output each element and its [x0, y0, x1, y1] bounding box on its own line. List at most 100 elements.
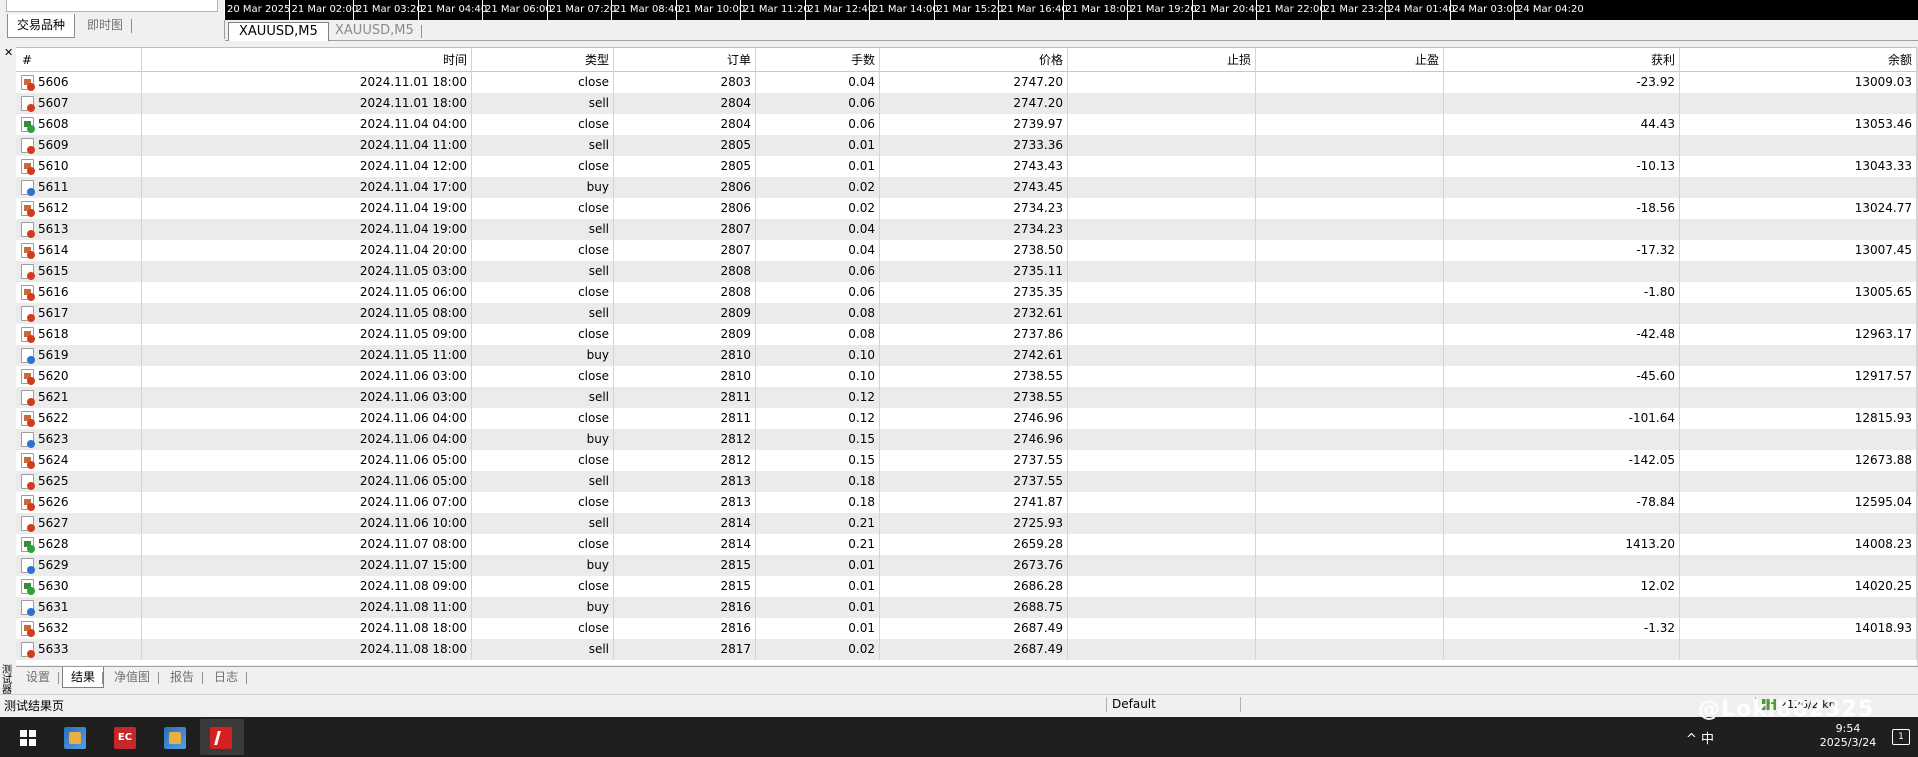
- header-col-takeprofit[interactable]: 止盈: [1256, 48, 1444, 72]
- table-row[interactable]: 5628 2024.11.07 08:00 close 2814 0.21 2659.28…: [16, 534, 1918, 555]
- cell-order: 2806: [614, 198, 756, 219]
- table-row[interactable]: 5619 2024.11.05 11:00 buy 2810 0.10 2742.61: [16, 345, 1918, 366]
- table-row[interactable]: 5631 2024.11.08 11:00 buy 2816 0.01 2688.75: [16, 597, 1918, 618]
- time-axis-divider: [675, 0, 677, 20]
- header-col-number[interactable]: #: [16, 48, 142, 72]
- table-row[interactable]: 5623 2024.11.06 04:00 buy 2812 0.15 2746.96: [16, 429, 1918, 450]
- table-row[interactable]: 5617 2024.11.05 08:00 sell 2809 0.08 2732.61: [16, 303, 1918, 324]
- table-row[interactable]: 5613 2024.11.04 19:00 sell 2807 0.04 2734.23: [16, 219, 1918, 240]
- taskbar-app-metatrader[interactable]: [54, 719, 98, 755]
- table-row[interactable]: 5620 2024.11.06 03:00 close 2810 0.10 2738.55…: [16, 366, 1918, 387]
- tray-icons[interactable]: ^ 中: [1686, 728, 1714, 747]
- cell-takeprofit: [1256, 135, 1444, 156]
- taskbar-app-metatrader-2[interactable]: [154, 719, 198, 755]
- header-col-profit[interactable]: 获利: [1444, 48, 1680, 72]
- header-col-price[interactable]: 价格: [880, 48, 1068, 72]
- cell-time: 2024.11.04 19:00: [142, 198, 472, 219]
- deal-number: 5607: [38, 96, 69, 110]
- cell-order: 2808: [614, 282, 756, 303]
- table-row[interactable]: 5633 2024.11.08 18:00 sell 2817 0.02 2687.49: [16, 639, 1918, 660]
- chart-tab-1[interactable]: XAUUSD,M5: [228, 22, 329, 41]
- deal-number: 5606: [38, 75, 69, 89]
- header-col-balance[interactable]: 余额: [1680, 48, 1917, 72]
- header-col-type[interactable]: 类型: [472, 48, 614, 72]
- start-button[interactable]: [4, 719, 48, 755]
- table-row[interactable]: 5611 2024.11.04 17:00 buy 2806 0.02 2743.45: [16, 177, 1918, 198]
- cell-number: 5628: [16, 534, 142, 555]
- table-row[interactable]: 5630 2024.11.08 09:00 close 2815 0.01 2686.28…: [16, 576, 1918, 597]
- tester-tab-2[interactable]: 净值图: [106, 667, 158, 688]
- table-row[interactable]: 5632 2024.11.08 18:00 close 2816 0.01 2687.49…: [16, 618, 1918, 639]
- deal-buy-icon: [21, 180, 35, 196]
- taskbar-app-ec[interactable]: EC: [104, 719, 148, 755]
- cell-price: 2738.55: [880, 387, 1068, 408]
- table-row[interactable]: 5629 2024.11.07 15:00 buy 2815 0.01 2673.76: [16, 555, 1918, 576]
- cell-price: 2673.76: [880, 555, 1068, 576]
- header-col-stoploss[interactable]: 止损: [1068, 48, 1256, 72]
- cell-order: 2804: [614, 93, 756, 114]
- header-col-lots[interactable]: 手数: [756, 48, 880, 72]
- table-row[interactable]: 5608 2024.11.04 04:00 close 2804 0.06 2739.97…: [16, 114, 1918, 135]
- taskbar-app-red[interactable]: [200, 719, 244, 755]
- cell-lots: 0.01: [756, 576, 880, 597]
- table-row[interactable]: 5622 2024.11.06 04:00 close 2811 0.12 2746.96…: [16, 408, 1918, 429]
- table-row[interactable]: 5627 2024.11.06 10:00 sell 2814 0.21 2725.93: [16, 513, 1918, 534]
- header-col-time[interactable]: 时间: [142, 48, 472, 72]
- deal-number: 5627: [38, 516, 69, 530]
- deal-buy-icon: [21, 348, 35, 364]
- cell-stoploss: [1068, 135, 1256, 156]
- cell-profit: -10.13: [1444, 156, 1680, 177]
- table-row[interactable]: 5610 2024.11.04 12:00 close 2805 0.01 2743.43…: [16, 156, 1918, 177]
- deal-sell-icon: [21, 96, 35, 112]
- cell-type: close: [472, 408, 614, 429]
- cell-balance: 12595.04: [1680, 492, 1917, 513]
- cell-number: 5613: [16, 219, 142, 240]
- chart-time-axis: 20 Mar 2025 21 Mar 02:00 21 Mar 03:20 21 Ma…: [224, 0, 1918, 20]
- table-row[interactable]: 5625 2024.11.06 05:00 sell 2813 0.18 2737.55: [16, 471, 1918, 492]
- ec-app-icon: EC: [114, 727, 136, 749]
- table-row[interactable]: 5607 2024.11.01 18:00 sell 2804 0.06 2747.20: [16, 93, 1918, 114]
- cell-stoploss: [1068, 492, 1256, 513]
- table-row[interactable]: 5614 2024.11.04 20:00 close 2807 0.04 2738.50…: [16, 240, 1918, 261]
- tab-symbols[interactable]: 交易品种: [7, 14, 76, 38]
- cell-price: 2737.55: [880, 450, 1068, 471]
- deal-close-icon: [21, 285, 35, 301]
- deal-close-win-icon: [21, 117, 35, 133]
- tester-tab-3[interactable]: 报告: [162, 667, 202, 688]
- cell-time: 2024.11.04 20:00: [142, 240, 472, 261]
- tester-tab-4[interactable]: 日志: [206, 667, 246, 688]
- tab-tick-chart[interactable]: 即时图: [78, 14, 132, 38]
- cell-stoploss: [1068, 93, 1256, 114]
- table-row[interactable]: 5618 2024.11.05 09:00 close 2809 0.08 2737.86…: [16, 324, 1918, 345]
- table-row[interactable]: 5612 2024.11.04 19:00 close 2806 0.02 2734.23…: [16, 198, 1918, 219]
- time-axis-tick: 21 Mar 20:40: [1194, 4, 1262, 15]
- deal-close-win-icon: [21, 579, 35, 595]
- tester-tab-1[interactable]: 结果: [62, 667, 105, 688]
- cell-number: 5609: [16, 135, 142, 156]
- cell-profit: [1444, 219, 1680, 240]
- notification-icon[interactable]: 1: [1892, 729, 1910, 745]
- header-col-order[interactable]: 订单: [614, 48, 756, 72]
- deal-buy-icon: [21, 432, 35, 448]
- time-axis-divider: [1127, 0, 1128, 20]
- cell-number: 5623: [16, 429, 142, 450]
- table-row[interactable]: 5615 2024.11.05 03:00 sell 2808 0.06 2735.11: [16, 261, 1918, 282]
- cell-profit: 44.43: [1444, 114, 1680, 135]
- cell-number: 5625: [16, 471, 142, 492]
- cell-takeprofit: [1256, 240, 1444, 261]
- deal-number: 5625: [38, 474, 69, 488]
- cell-balance: 14020.25: [1680, 576, 1917, 597]
- table-row[interactable]: 5609 2024.11.04 11:00 sell 2805 0.01 2733.36: [16, 135, 1918, 156]
- cell-time: 2024.11.05 09:00: [142, 324, 472, 345]
- tester-tab-0[interactable]: 设置: [18, 667, 58, 688]
- table-row[interactable]: 5616 2024.11.05 06:00 close 2808 0.06 2735.35…: [16, 282, 1918, 303]
- table-row[interactable]: 5624 2024.11.06 05:00 close 2812 0.15 2737.55…: [16, 450, 1918, 471]
- chart-tab-2[interactable]: XAUUSD,M5: [325, 22, 424, 41]
- close-panel-icon[interactable]: ✕: [4, 47, 13, 58]
- table-row[interactable]: 5606 2024.11.01 18:00 close 2803 0.04 2747.20…: [16, 72, 1918, 93]
- table-row[interactable]: 5621 2024.11.06 03:00 sell 2811 0.12 2738.55: [16, 387, 1918, 408]
- taskbar-clock[interactable]: 9:54 2025/3/24: [1808, 722, 1888, 750]
- table-row[interactable]: 5626 2024.11.06 07:00 close 2813 0.18 2741.87…: [16, 492, 1918, 513]
- time-axis-tick: 21 Mar 04:40: [420, 4, 488, 15]
- cell-type: close: [472, 324, 614, 345]
